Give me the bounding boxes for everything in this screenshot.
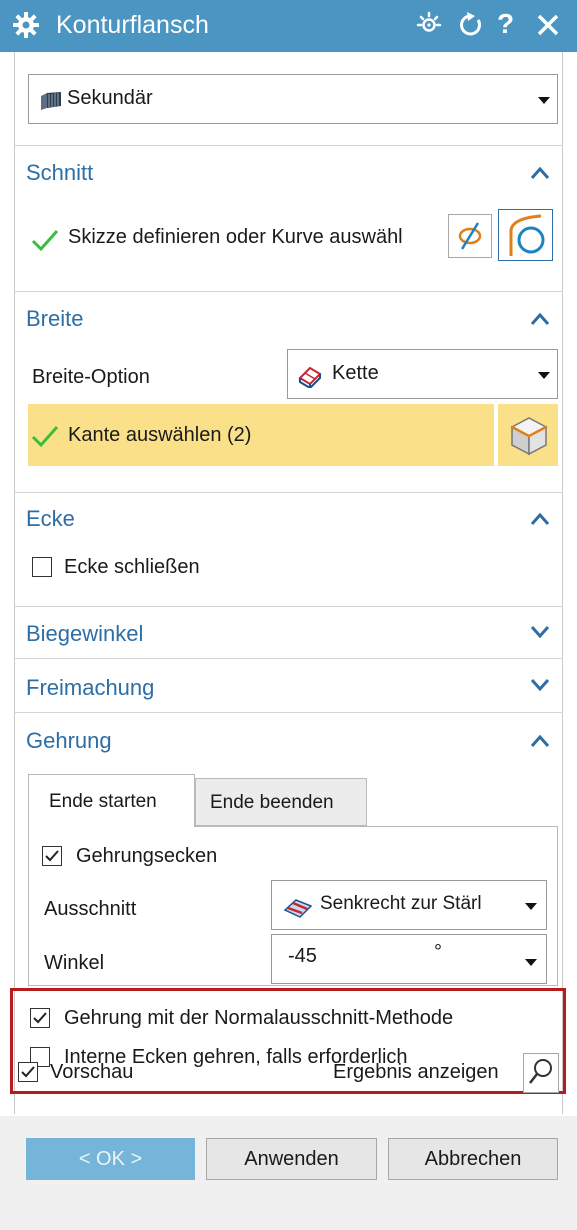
magnifier-icon	[529, 1059, 552, 1084]
show-result-button[interactable]	[523, 1053, 559, 1093]
section-selection-label: Skizze definieren oder Kurve auswähl	[68, 226, 403, 248]
tab-end-finish[interactable]: Ende beenden	[195, 778, 367, 826]
section-title-breite: Breite	[26, 306, 84, 331]
checkmark-icon	[31, 230, 59, 252]
edge-selection-label: Kante auswählen (2)	[68, 424, 252, 446]
title-bar: Konturflansch ?	[0, 0, 577, 52]
chevron-down-icon	[538, 372, 550, 379]
miter-corners-label: Gehrungsecken	[76, 845, 218, 867]
width-option-value: Kette	[332, 362, 379, 384]
angle-input[interactable]: -45 °	[271, 934, 547, 984]
divider	[14, 492, 563, 493]
close-icon[interactable]	[533, 10, 563, 40]
cutout-dropdown[interactable]: Senkrecht zur Stärl	[271, 880, 547, 930]
chevron-down-icon	[530, 679, 550, 692]
gear-icon	[13, 12, 39, 38]
tab-label: Ende starten	[49, 791, 157, 812]
chevron-down-icon	[538, 97, 550, 104]
sketch-button[interactable]	[448, 214, 492, 258]
close-corner-checkbox[interactable]	[32, 557, 52, 577]
edge-selection-row[interactable]: Kante auswählen (2)	[28, 404, 494, 466]
divider	[14, 658, 563, 659]
tab-end-start[interactable]: Ende starten	[28, 774, 195, 827]
flange-icon	[41, 92, 61, 110]
curve-button[interactable]	[498, 209, 553, 261]
show-result-label: Ergebnis anzeigen	[333, 1061, 499, 1083]
window-title: Konturflansch	[56, 11, 209, 39]
chevron-down-icon	[525, 959, 537, 966]
select-edge-button[interactable]	[498, 404, 558, 466]
close-corner-label: Ecke schließen	[64, 556, 200, 578]
preview-checkbox-final[interactable]	[18, 1062, 38, 1082]
reset-icon[interactable]	[456, 10, 486, 40]
chevron-up-icon	[530, 512, 550, 525]
curve-icon	[509, 214, 545, 256]
width-option-label: Breite-Option	[32, 366, 150, 388]
tab-label: Ende beenden	[210, 792, 334, 813]
sketch-icon	[458, 222, 482, 250]
checkmark-icon	[45, 850, 59, 862]
angle-unit: °	[434, 941, 442, 963]
checkmark-icon	[33, 1012, 47, 1024]
angle-value: -45	[288, 945, 317, 967]
miter-corners-checkbox[interactable]	[42, 846, 62, 866]
cancel-label: Abbrechen	[424, 1148, 522, 1170]
lightbulb-icon[interactable]	[414, 10, 444, 40]
preview-label: Vorschau	[50, 1061, 134, 1083]
type-selector-value: Sekundär	[67, 87, 153, 109]
chevron-up-icon	[530, 312, 550, 325]
preview-row	[0, 1102, 577, 1103]
chevron-up-icon	[530, 734, 550, 747]
chevron-down-icon	[525, 903, 537, 910]
ok-button[interactable]: < OK >	[26, 1138, 195, 1180]
divider	[14, 145, 563, 146]
normal-cutout-label: Gehrung mit der Normalausschnitt-Methode	[64, 1007, 454, 1029]
apply-button[interactable]: Anwenden	[206, 1138, 377, 1180]
cutout-value: Senkrecht zur Stärl	[320, 893, 482, 914]
normal-cutout-checkbox[interactable]	[30, 1008, 50, 1028]
section-title-biegewinkel: Biegewinkel	[26, 621, 144, 646]
chain-icon	[298, 366, 322, 388]
divider	[14, 606, 563, 607]
section-title-schnitt: Schnitt	[26, 160, 94, 185]
apply-label: Anwenden	[244, 1148, 339, 1170]
chevron-down-icon	[530, 626, 550, 639]
help-icon[interactable]: ?	[497, 8, 514, 40]
divider	[14, 712, 563, 713]
width-option-dropdown[interactable]: Kette	[287, 349, 558, 399]
angle-label: Winkel	[44, 952, 105, 974]
checkmark-icon	[21, 1066, 35, 1078]
chevron-up-icon	[530, 166, 550, 179]
type-selector[interactable]: Sekundär	[28, 74, 558, 124]
ok-label: < OK >	[78, 1148, 143, 1170]
checkmark-icon	[31, 426, 59, 448]
cancel-button[interactable]: Abbrechen	[388, 1138, 558, 1180]
cutout-icon	[283, 899, 313, 918]
section-title-gehrung: Gehrung	[26, 728, 112, 753]
cube-icon	[510, 417, 548, 456]
cutout-label: Ausschnitt	[44, 898, 137, 920]
divider	[14, 291, 563, 292]
section-title-freimachung: Freimachung	[26, 675, 155, 700]
section-title-ecke: Ecke	[26, 506, 75, 531]
footer-top-area	[0, 1114, 577, 1116]
